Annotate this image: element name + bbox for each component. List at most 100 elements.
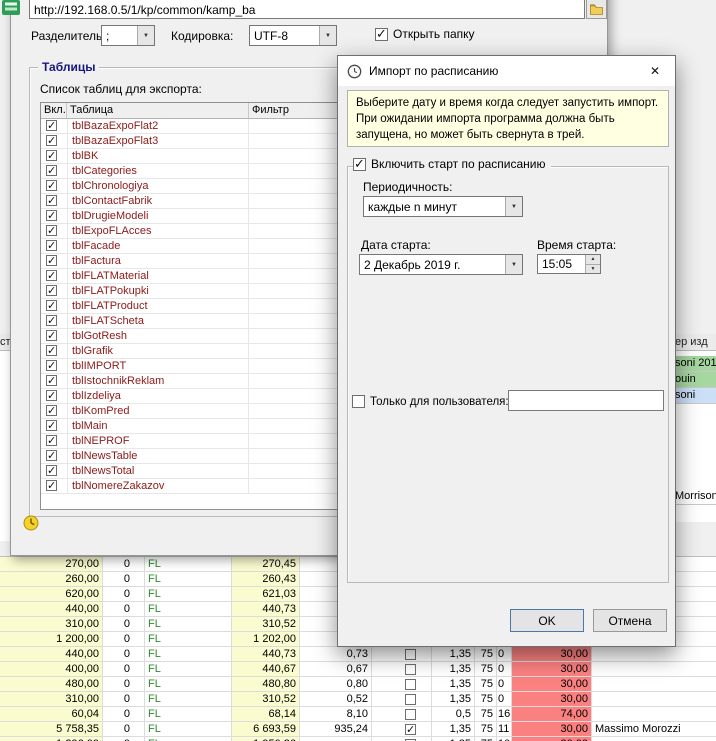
grid-row[interactable]: 60,04 0 FL 68,14 8,10 0,5 75 16 74,00 xyxy=(0,707,716,722)
dropdown-arrow-icon[interactable]: ▼ xyxy=(505,197,522,216)
table-name: tblIMPORT xyxy=(67,359,249,373)
spin-up-icon[interactable]: ▲ xyxy=(586,255,600,265)
table-enabled-checkbox[interactable] xyxy=(46,374,57,387)
table-name: tblDrugieModeli xyxy=(67,209,249,223)
grid-sum-cell: 440,00 xyxy=(0,602,103,616)
url-input[interactable] xyxy=(29,0,585,19)
dropdown-arrow-icon[interactable]: ▼ xyxy=(505,255,522,274)
periodicity-select[interactable]: каждые n минут ▼ xyxy=(363,196,523,217)
table-enabled-checkbox[interactable] xyxy=(46,449,57,462)
grid-cell: 0 xyxy=(103,617,145,631)
grid-sum-cell: 270,00 xyxy=(0,557,103,571)
table-enabled-checkbox[interactable] xyxy=(46,344,57,357)
delimiter-select[interactable]: ; ▼ xyxy=(101,25,155,46)
table-enabled-checkbox[interactable] xyxy=(46,134,57,147)
tables-group-title: Таблицы xyxy=(38,60,100,74)
user-name-input[interactable] xyxy=(508,390,664,411)
table-enabled-checkbox[interactable] xyxy=(46,164,57,177)
grid-cell: 75 xyxy=(475,647,497,661)
info-text: Выберите дату и время когда следует запу… xyxy=(347,90,669,147)
user-only-checkbox[interactable]: Только для пользователя: xyxy=(352,395,509,408)
grid-total-cell: 440,73 xyxy=(232,647,300,661)
open-folder-checkbox[interactable]: Открыть папку xyxy=(375,26,475,42)
grid-row[interactable]: 310,00 0 FL 310,52 0,52 1,35 75 0 30,00 xyxy=(0,692,716,707)
table-enabled-cell xyxy=(41,329,67,343)
table-enabled-checkbox[interactable] xyxy=(46,179,57,192)
grid-row-checkbox[interactable] xyxy=(405,693,416,705)
table-enabled-cell xyxy=(41,239,67,253)
table-enabled-cell xyxy=(41,419,67,433)
grid-cell: 16 xyxy=(498,707,512,721)
table-enabled-checkbox[interactable] xyxy=(46,209,57,222)
dropdown-arrow-icon[interactable]: ▼ xyxy=(137,26,154,45)
grid-fl-cell: FL xyxy=(145,602,232,616)
table-enabled-cell xyxy=(41,374,67,388)
grid-cell: 0,80 xyxy=(300,677,372,691)
table-enabled-checkbox[interactable] xyxy=(46,254,57,267)
table-enabled-checkbox[interactable] xyxy=(46,329,57,342)
user-only-label: Только для пользователя: xyxy=(370,395,509,408)
table-enabled-checkbox[interactable] xyxy=(46,119,57,132)
grid-cell: 0 xyxy=(103,602,145,616)
ok-button[interactable]: OK xyxy=(510,609,584,632)
table-enabled-checkbox[interactable] xyxy=(46,299,57,312)
start-time-spinner[interactable]: 15:05 ▲ ▼ xyxy=(537,254,601,274)
table-enabled-checkbox[interactable] xyxy=(46,419,57,432)
table-enabled-checkbox[interactable] xyxy=(46,284,57,297)
enable-schedule-checkbox[interactable]: Включить старт по расписанию xyxy=(353,156,551,172)
dropdown-arrow-icon[interactable]: ▼ xyxy=(319,26,336,45)
grid-row[interactable]: 5 758,350FL6 693,59935,24 1,35751130,00Ma… xyxy=(0,722,716,737)
app-toolbar-icon[interactable] xyxy=(2,0,20,15)
table-enabled-checkbox[interactable] xyxy=(46,359,57,372)
grid-row[interactable]: 400,00 0 FL 440,67 0,67 1,35 75 0 30,00 xyxy=(0,662,716,677)
grid-row-checkbox[interactable] xyxy=(405,648,416,660)
table-enabled-checkbox[interactable] xyxy=(46,464,57,477)
table-name: tblNEPROF xyxy=(67,434,249,448)
grid-row-checkbox[interactable] xyxy=(405,708,416,720)
table-enabled-checkbox[interactable] xyxy=(46,434,57,447)
table-enabled-checkbox[interactable] xyxy=(46,479,57,492)
browse-folder-button[interactable] xyxy=(586,0,607,19)
grid-row-checkbox[interactable] xyxy=(405,723,416,736)
grid-row-checkbox[interactable] xyxy=(405,678,416,690)
grid-markup-cell: 30,00 xyxy=(512,677,592,691)
grid-row[interactable]: 480,00 0 FL 480,80 0,80 1,35 75 0 30,00 xyxy=(0,677,716,692)
grid-cell: 0,73 xyxy=(300,647,372,661)
table-name: tblNewsTotal xyxy=(67,464,249,478)
table-enabled-checkbox[interactable] xyxy=(46,224,57,237)
grid-cell: 0 xyxy=(497,647,512,661)
table-enabled-cell xyxy=(41,224,67,238)
dialog-titlebar[interactable]: Импорт по расписанию ✕ xyxy=(338,56,675,86)
close-icon[interactable]: ✕ xyxy=(635,56,675,86)
cancel-button[interactable]: Отмена xyxy=(593,609,667,632)
grid-cell: 0 xyxy=(103,632,145,646)
grid-row[interactable]: 440,00 0 FL 440,73 0,73 1,35 75 0 30,00 xyxy=(0,647,716,662)
table-enabled-checkbox[interactable] xyxy=(46,389,57,402)
table-name: tblIzdeliya xyxy=(67,389,249,403)
table-enabled-checkbox[interactable] xyxy=(46,269,57,282)
grid-cell: 0 xyxy=(103,557,145,571)
periodicity-value: каждые n минут xyxy=(368,199,457,214)
grid-sum-cell: 60,04 xyxy=(0,707,103,721)
grid-markup-cell: 30,00 xyxy=(512,662,592,676)
grid-cell: 75 xyxy=(475,707,497,721)
table-enabled-checkbox[interactable] xyxy=(46,239,57,252)
grid-row[interactable]: 1 296,000FL1 950,26 1,35751030,00 xyxy=(0,737,716,741)
table-enabled-checkbox[interactable] xyxy=(46,404,57,417)
table-enabled-checkbox[interactable] xyxy=(46,149,57,162)
enable-schedule-label: Включить старт по расписанию xyxy=(371,157,546,171)
table-name: tblContactFabrik xyxy=(67,194,249,208)
grid-row-checkbox[interactable] xyxy=(405,663,416,675)
table-enabled-checkbox[interactable] xyxy=(46,194,57,207)
grid-check-cell xyxy=(372,707,432,721)
schedule-import-dialog: Импорт по расписанию ✕ Выберите дату и в… xyxy=(337,55,676,647)
spin-down-icon[interactable]: ▼ xyxy=(586,264,600,273)
grid-cell: 0 xyxy=(103,677,145,691)
grid-sum-cell: 310,00 xyxy=(0,692,103,706)
grid-cell: 0 xyxy=(103,647,145,661)
grid-cell: 8,10 xyxy=(300,707,372,721)
start-date-select[interactable]: 2 Декабрь 2019 г. ▼ xyxy=(359,254,523,275)
grid-sum-cell: 5 758,35 xyxy=(0,722,103,736)
encoding-select[interactable]: UTF-8 ▼ xyxy=(249,25,337,46)
table-enabled-checkbox[interactable] xyxy=(46,314,57,327)
